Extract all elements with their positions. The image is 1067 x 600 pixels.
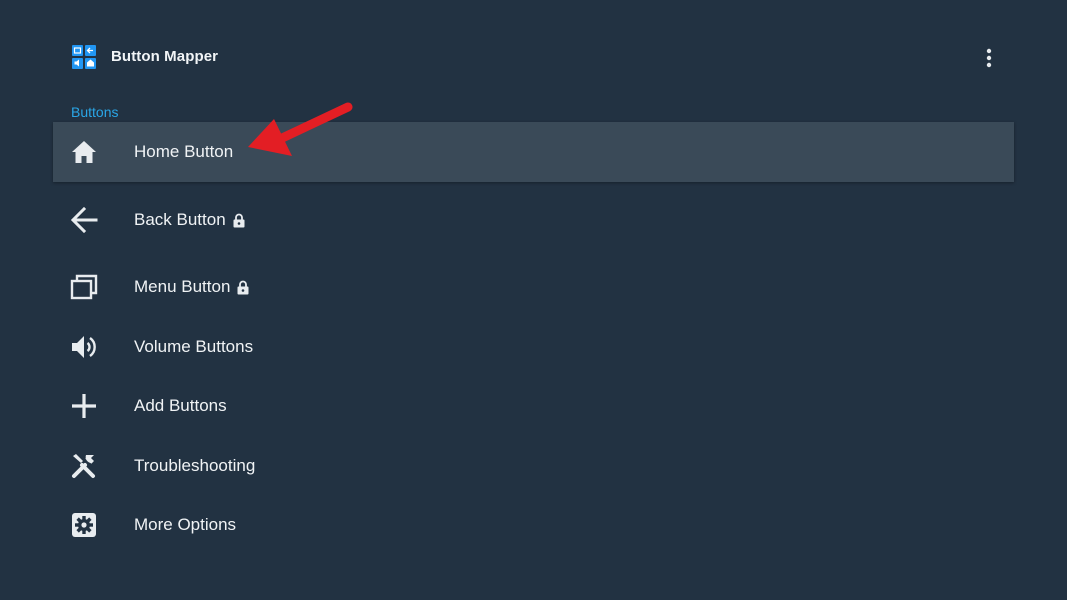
button-mapper-logo-icon xyxy=(72,45,96,69)
menu-item-add-buttons[interactable]: Add Buttons xyxy=(53,376,1014,436)
add-buttons-label: Add Buttons xyxy=(134,396,227,415)
settings-gear-icon xyxy=(69,510,99,540)
menu-item-back-button[interactable]: Back Button xyxy=(53,190,1014,250)
home-button-label: Home Button xyxy=(134,142,234,161)
troubleshooting-label: Troubleshooting xyxy=(134,456,256,475)
menu-item-label: Troubleshooting xyxy=(134,456,255,476)
app-header: Button Mapper xyxy=(0,0,1067,100)
more-options-label: More Options xyxy=(134,515,237,534)
tools-icon xyxy=(69,451,99,481)
menu-button-label: Menu Button xyxy=(134,277,231,296)
button-mapper-screen: Button Mapper Buttons Home Button Back B… xyxy=(0,0,1067,600)
menu-item-home-button[interactable]: Home Button xyxy=(53,122,1014,182)
section-header-buttons: Buttons xyxy=(71,104,119,120)
menu-item-label: Add Buttons xyxy=(134,396,227,416)
menu-item-label: Volume Buttons xyxy=(134,337,253,357)
menu-item-troubleshooting[interactable]: Troubleshooting xyxy=(53,436,1014,496)
menu-item-volume-buttons[interactable]: Volume Buttons xyxy=(53,317,1014,377)
more-vert-icon[interactable] xyxy=(975,44,1003,72)
volume-icon xyxy=(69,332,99,362)
menu-item-label: Back Button xyxy=(134,210,245,230)
home-icon xyxy=(69,137,99,167)
menu-item-label: Menu Button xyxy=(134,277,249,297)
menu-item-label: More Options xyxy=(134,515,236,535)
app-title: Button Mapper xyxy=(111,48,219,65)
lock-icon xyxy=(233,213,245,228)
plus-icon xyxy=(69,391,99,421)
back-arrow-icon xyxy=(69,205,99,235)
menu-item-label: Home Button xyxy=(134,142,233,162)
lock-icon xyxy=(237,280,249,295)
back-button-label: Back Button xyxy=(134,210,226,229)
menu-item-more-options[interactable]: More Options xyxy=(53,495,1014,555)
red-annotation-arrow xyxy=(248,102,353,156)
recent-apps-icon xyxy=(69,272,99,302)
volume-buttons-label: Volume Buttons xyxy=(134,337,254,356)
menu-item-menu-button[interactable]: Menu Button xyxy=(53,257,1014,317)
